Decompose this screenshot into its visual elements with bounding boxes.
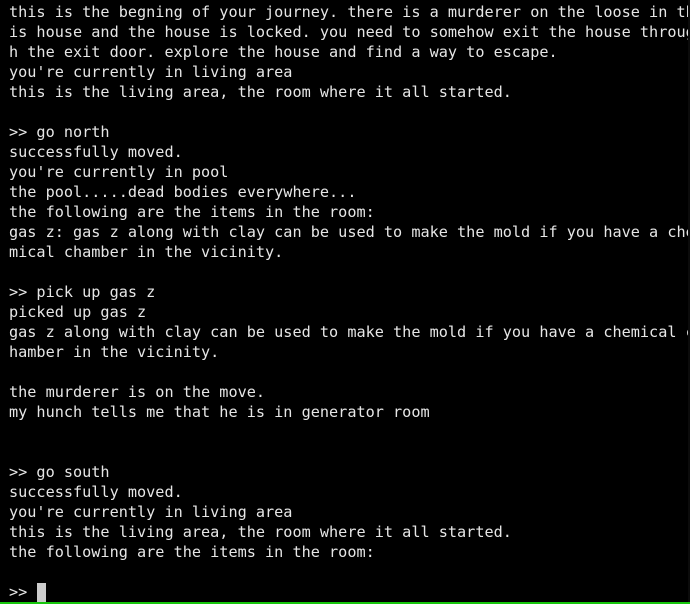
output-line: h the exit door. explore the house and f… xyxy=(9,43,558,61)
output-line: this is the begning of your journey. the… xyxy=(9,3,690,21)
output-line: the following are the items in the room: xyxy=(9,203,375,221)
output-line: the following are the items in the room: xyxy=(9,543,375,561)
output-line: you're currently in pool xyxy=(9,163,229,181)
output-line: you're currently in living area xyxy=(9,63,293,81)
output-line: this is the living area, the room where … xyxy=(9,523,512,541)
output-line: the murderer is on the move. xyxy=(9,383,266,401)
output-line: you're currently in living area xyxy=(9,503,293,521)
output-line: the pool.....dead bodies everywhere... xyxy=(9,183,357,201)
output-line: successfully moved. xyxy=(9,143,183,161)
output-line: >> go south xyxy=(9,463,110,481)
output-line: picked up gas z xyxy=(9,303,147,321)
output-line: successfully moved. xyxy=(9,483,183,501)
terminal-lines: this is the begning of your journey. the… xyxy=(9,2,690,582)
output-line: this is the living area, the room where … xyxy=(9,83,512,101)
output-line: hamber in the vicinity. xyxy=(9,343,220,361)
terminal-output[interactable]: this is the begning of your journey. the… xyxy=(0,0,690,602)
text-cursor xyxy=(37,582,47,602)
output-line: mical chamber in the vicinity. xyxy=(9,243,284,261)
output-line: >> pick up gas z xyxy=(9,283,156,301)
output-line: is house and the house is locked. you ne… xyxy=(9,23,690,41)
output-line: gas z along with clay can be used to mak… xyxy=(9,323,690,341)
prompt-symbol: >> xyxy=(9,583,28,601)
output-line: >> go north xyxy=(9,123,110,141)
input-prompt-line[interactable]: >> xyxy=(9,582,690,602)
output-line: my hunch tells me that he is in generato… xyxy=(9,403,430,421)
output-line: gas z: gas z along with clay can be used… xyxy=(9,223,690,241)
